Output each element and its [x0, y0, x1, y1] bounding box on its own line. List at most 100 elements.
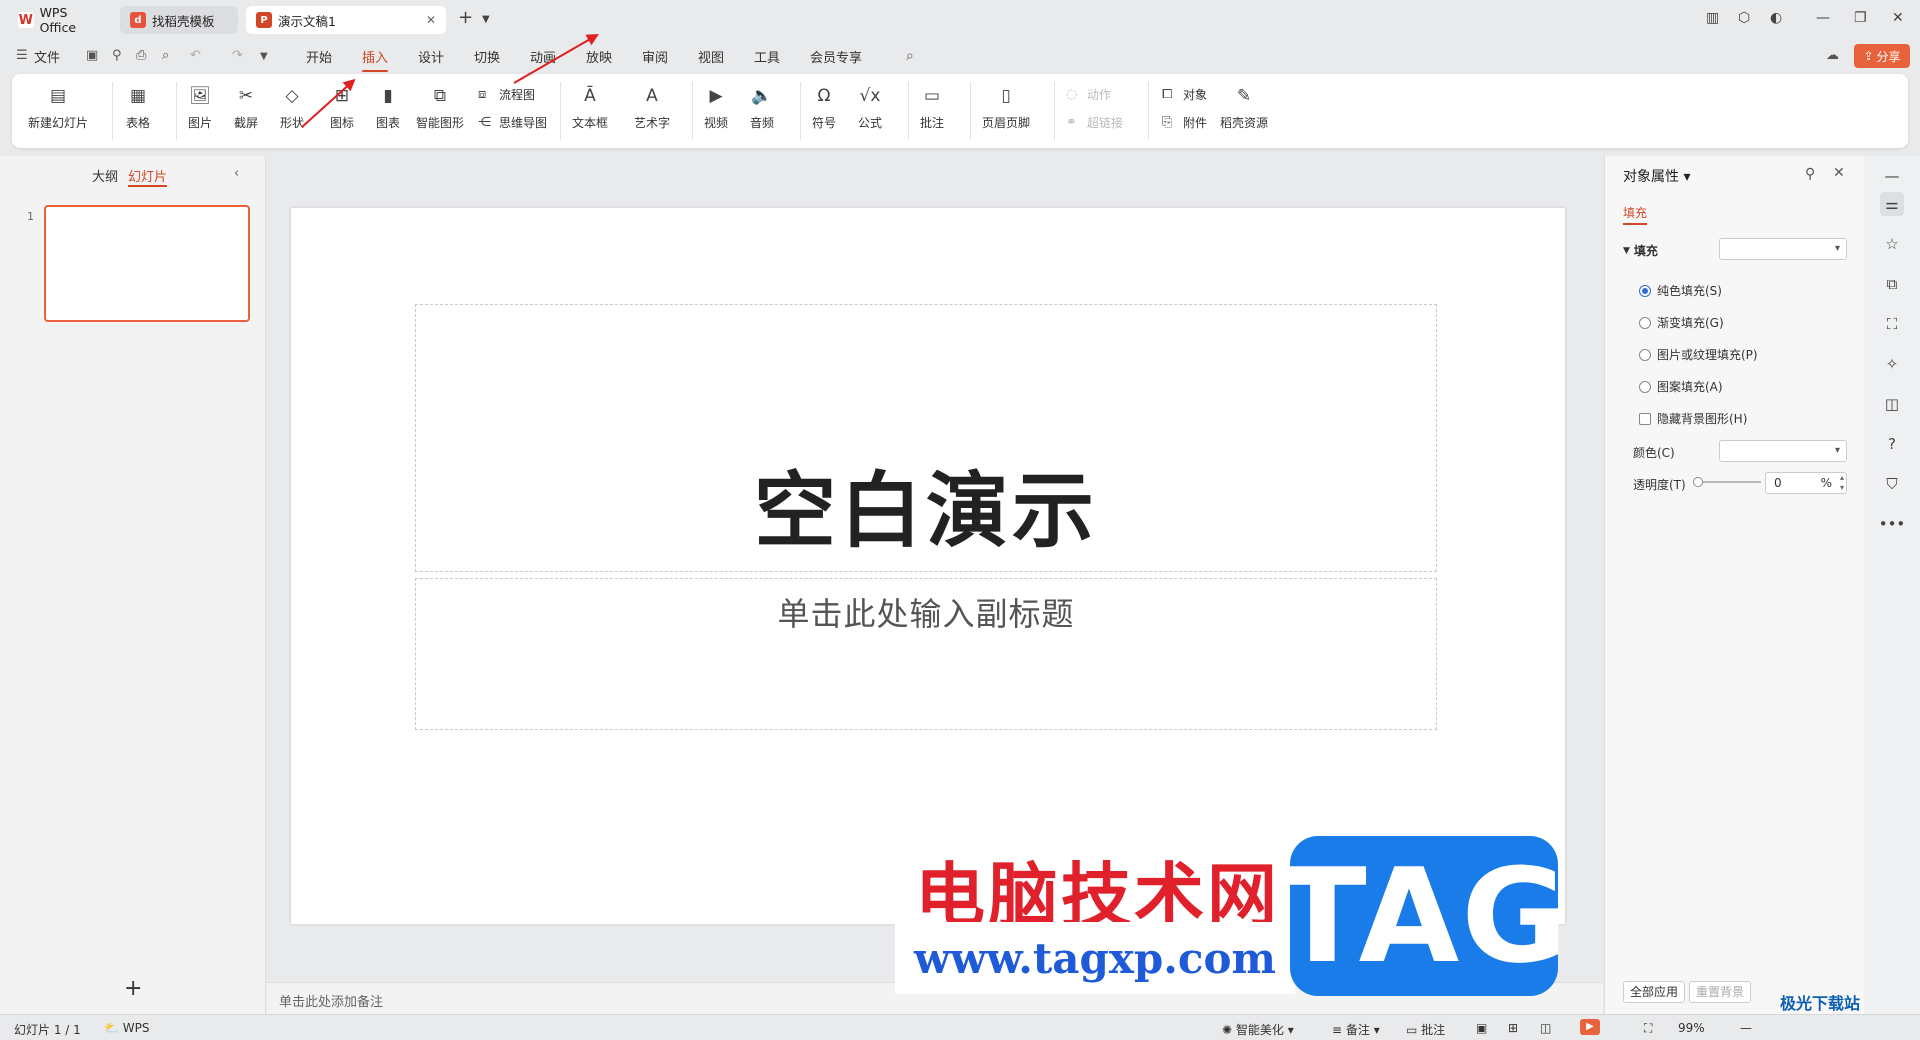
- menu-file[interactable]: 文件: [34, 47, 60, 66]
- hyperlink-button[interactable]: ⚭ 超链接: [1066, 114, 1123, 131]
- textbox-button[interactable]: Ā 文本框: [572, 84, 608, 131]
- preview-icon[interactable]: ⌕: [162, 48, 169, 63]
- grid-view-icon[interactable]: ⊞: [1508, 1021, 1518, 1035]
- subtitle-placeholder[interactable]: 单击此处输入副标题: [415, 578, 1437, 730]
- menu-transition[interactable]: 切换: [474, 47, 500, 66]
- video-button[interactable]: ▶ 视频: [704, 84, 728, 131]
- tools-icon[interactable]: ✧: [1880, 352, 1904, 376]
- properties-icon[interactable]: ⚌: [1880, 192, 1904, 216]
- book-icon[interactable]: ◫: [1880, 392, 1904, 416]
- print-icon[interactable]: ⎙: [136, 48, 146, 63]
- notes-button[interactable]: ≡ 备注 ▾: [1332, 1021, 1380, 1038]
- color-dropdown[interactable]: ▾: [1719, 440, 1847, 462]
- table-button[interactable]: ▦ 表格: [126, 84, 150, 131]
- share-button[interactable]: ⇪ 分享: [1854, 44, 1910, 68]
- transparency-input[interactable]: 0 % ▴ ▾: [1765, 472, 1847, 494]
- search-icon[interactable]: ⌕: [906, 48, 914, 64]
- beautify-button[interactable]: ✺ 智能美化 ▾: [1222, 1021, 1294, 1038]
- menu-member[interactable]: 会员专享: [810, 47, 862, 66]
- copy-icon[interactable]: ⧉: [1880, 272, 1904, 296]
- star-icon[interactable]: ☆: [1880, 232, 1904, 256]
- normal-view-icon[interactable]: ▣: [1476, 1021, 1487, 1035]
- hide-background-checkbox[interactable]: 隐藏背景图形(H): [1639, 410, 1747, 427]
- spinner-icon[interactable]: ▴ ▾: [1840, 473, 1844, 493]
- menu-design[interactable]: 设计: [418, 47, 444, 66]
- zoom-level[interactable]: 99%: [1678, 1021, 1705, 1035]
- menu-view[interactable]: 视图: [698, 47, 724, 66]
- object-button[interactable]: ⧠ 对象: [1162, 86, 1207, 103]
- title-placeholder[interactable]: 空白演示: [415, 304, 1437, 572]
- apply-all-button[interactable]: 全部应用: [1623, 981, 1686, 1003]
- hamburger-icon[interactable]: ☰: [16, 48, 28, 63]
- chevron-down-icon[interactable]: ▼: [260, 51, 268, 62]
- audio-button[interactable]: 🔈 音频: [750, 84, 774, 131]
- add-slide-button[interactable]: +: [124, 976, 142, 1001]
- header-footer-button[interactable]: ▯ 页眉页脚: [982, 84, 1030, 131]
- menu-animation[interactable]: 动画: [530, 47, 556, 66]
- tab-presentation[interactable]: P 演示文稿1 ✕: [246, 6, 446, 34]
- menu-insert[interactable]: 插入: [362, 47, 389, 72]
- fill-dropdown[interactable]: ▾: [1719, 238, 1847, 260]
- screenshot-button[interactable]: ✂ 截屏: [234, 84, 258, 131]
- option-pattern-fill[interactable]: 图案填充(A): [1639, 378, 1723, 395]
- image-icon[interactable]: ⛶: [1880, 312, 1904, 336]
- undo-icon[interactable]: ↶: [190, 48, 201, 63]
- new-tab-icon[interactable]: +: [458, 7, 473, 28]
- chart-button[interactable]: ▮ 图表: [376, 84, 400, 131]
- save-icon[interactable]: ▣: [86, 48, 98, 63]
- comments-button[interactable]: ▭ 批注: [1406, 1021, 1445, 1038]
- play-icon[interactable]: ▶: [1580, 1019, 1600, 1035]
- avatar[interactable]: ◐: [1770, 10, 1782, 26]
- fill-section-header[interactable]: ▼ 填充: [1623, 242, 1658, 259]
- close-icon[interactable]: ✕: [1833, 165, 1845, 181]
- menu-tools[interactable]: 工具: [754, 47, 780, 66]
- docer-resources-button[interactable]: ✎ 稻壳资源: [1220, 84, 1268, 131]
- reading-view-icon[interactable]: ◫: [1540, 1021, 1551, 1035]
- mindmap-button[interactable]: ⋲ 思维导图: [478, 114, 547, 131]
- option-gradient-fill[interactable]: 渐变填充(G): [1639, 314, 1724, 331]
- chevron-down-icon[interactable]: ▼: [482, 14, 490, 25]
- option-solid-fill[interactable]: 纯色填充(S): [1639, 282, 1722, 299]
- picture-button[interactable]: 🖼 图片: [188, 84, 212, 131]
- more-icon[interactable]: •••: [1879, 512, 1906, 536]
- radio[interactable]: [1639, 316, 1651, 329]
- collapse-icon[interactable]: —: [1880, 164, 1904, 188]
- slide-thumbnail[interactable]: [44, 205, 250, 322]
- close-icon[interactable]: ✕: [426, 13, 436, 27]
- option-picture-fill[interactable]: 图片或纹理填充(P): [1639, 346, 1758, 363]
- slider-handle[interactable]: [1693, 477, 1703, 487]
- checkbox[interactable]: [1639, 412, 1651, 425]
- radio[interactable]: [1639, 380, 1651, 393]
- reset-background-button[interactable]: 重置背景: [1689, 981, 1752, 1003]
- panel-title[interactable]: 对象属性 ▾: [1623, 166, 1690, 186]
- slide-canvas[interactable]: 空白演示 单击此处输入副标题: [291, 208, 1565, 924]
- action-button[interactable]: ◌ 动作: [1066, 86, 1111, 103]
- layout-icon[interactable]: ▥: [1706, 10, 1719, 26]
- collapse-icon[interactable]: ‹: [234, 166, 239, 181]
- shirt-icon[interactable]: ⛉: [1880, 472, 1904, 496]
- formula-button[interactable]: √x 公式: [858, 84, 882, 131]
- transparency-slider[interactable]: [1693, 477, 1761, 487]
- smart-graphic-button[interactable]: ⧉ 智能图形: [416, 84, 464, 131]
- pin-icon[interactable]: ⚲: [1805, 166, 1815, 182]
- tab-outline[interactable]: 大纲: [92, 166, 118, 185]
- close-window-icon[interactable]: ✕: [1892, 10, 1904, 26]
- shape-button[interactable]: ◇ 形状: [280, 84, 304, 131]
- symbol-button[interactable]: Ω 符号: [812, 84, 836, 131]
- radio[interactable]: [1639, 348, 1651, 361]
- redo-icon[interactable]: ↷: [232, 48, 243, 63]
- help-icon[interactable]: ?: [1880, 432, 1904, 456]
- restore-icon[interactable]: ❐: [1854, 10, 1867, 26]
- radio-selected[interactable]: [1639, 284, 1651, 297]
- new-slide-button[interactable]: ▤ 新建幻灯片: [28, 84, 88, 131]
- comment-button[interactable]: ▭ 批注: [920, 84, 944, 131]
- fit-icon[interactable]: ⛶: [1644, 1021, 1652, 1036]
- menu-start[interactable]: 开始: [306, 47, 332, 66]
- tab-slides[interactable]: 幻灯片: [128, 166, 168, 187]
- wordart-button[interactable]: A 艺术字: [634, 84, 670, 131]
- tab-fill[interactable]: 填充: [1623, 204, 1648, 225]
- menu-slideshow[interactable]: 放映: [586, 47, 612, 66]
- attachment-button[interactable]: ⎘ 附件: [1162, 114, 1207, 131]
- tab-wps-office[interactable]: W WPS Office: [8, 5, 116, 35]
- tab-docer[interactable]: d 找稻壳模板: [120, 6, 238, 34]
